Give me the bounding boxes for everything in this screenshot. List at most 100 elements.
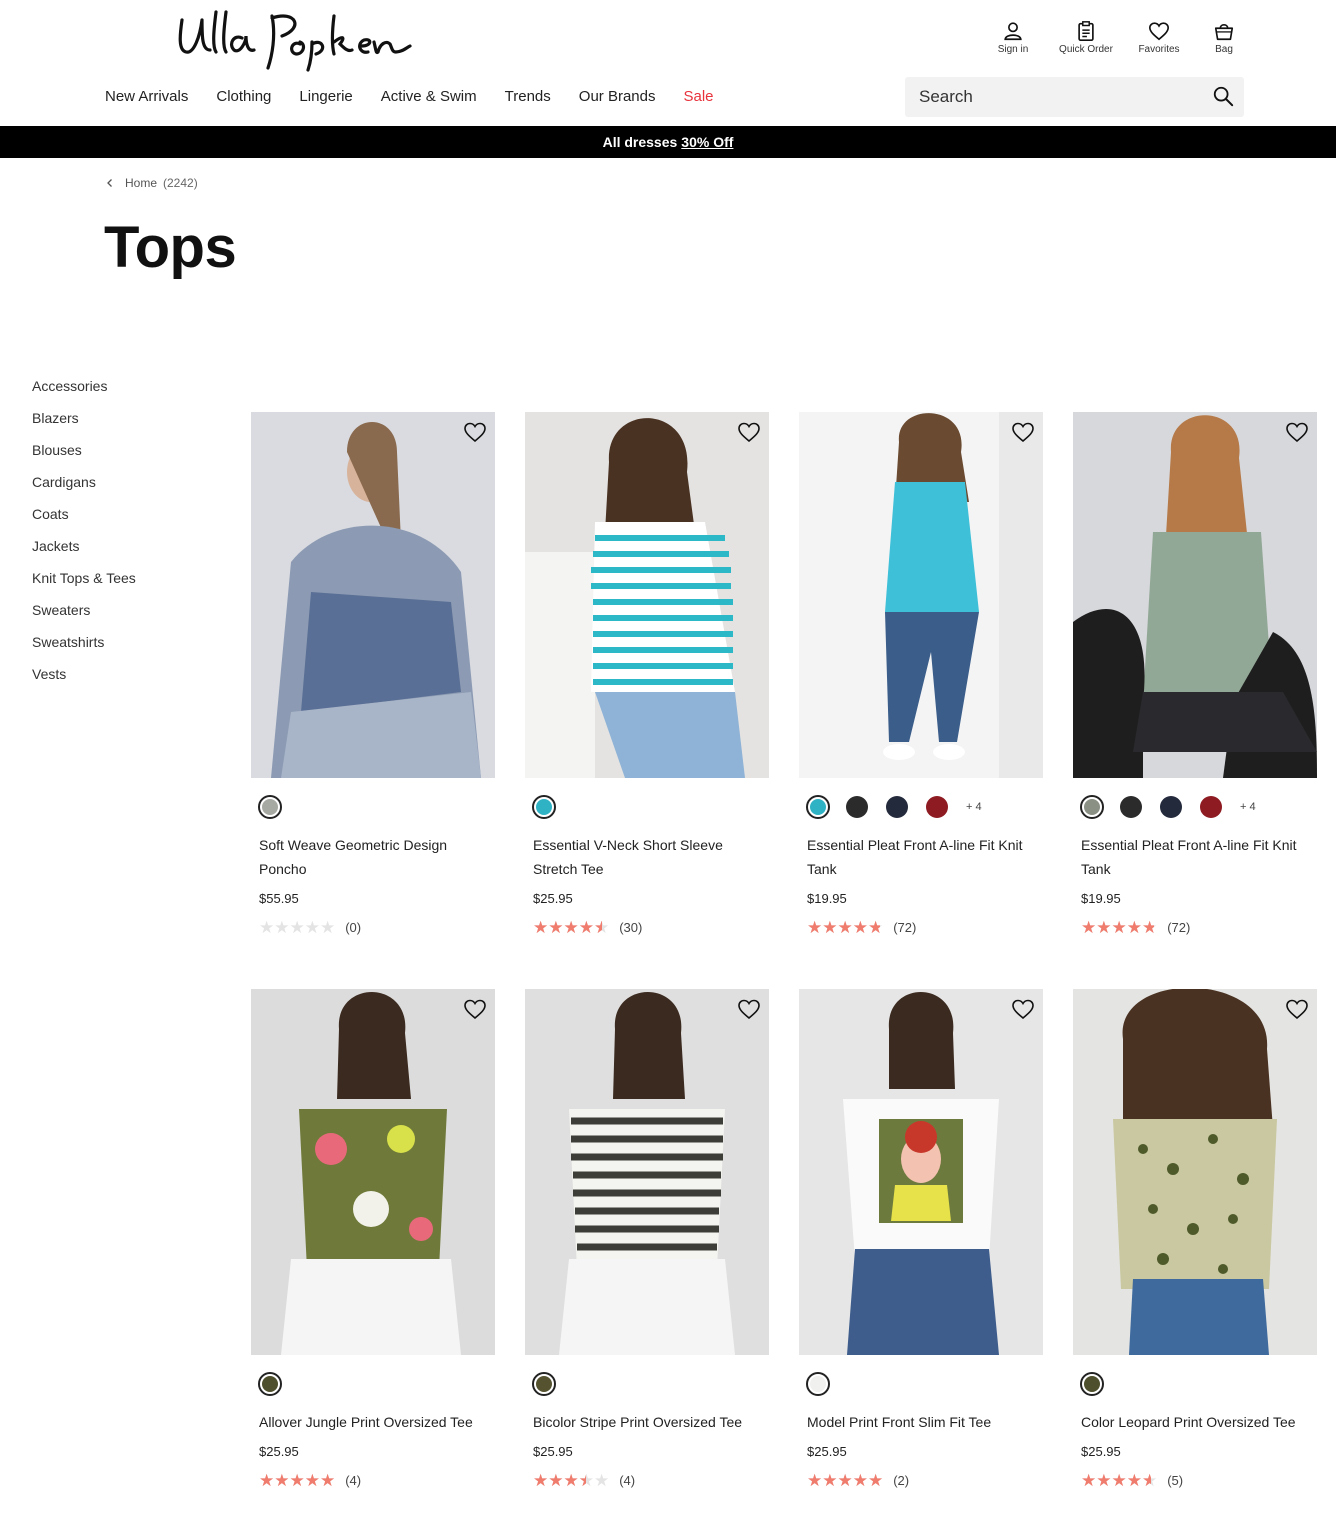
product-card[interactable]: + 4 Essential Pleat Front A-line Fit Kni… bbox=[1073, 412, 1317, 936]
color-swatch[interactable] bbox=[532, 795, 556, 819]
product-price: $25.95 bbox=[533, 1444, 573, 1459]
heart-icon[interactable] bbox=[463, 420, 487, 444]
product-image[interactable] bbox=[799, 412, 1043, 778]
sidebar-item-coats[interactable]: Coats bbox=[32, 504, 136, 536]
product-name[interactable]: Soft Weave Geometric Design Poncho bbox=[259, 833, 489, 881]
product-image[interactable] bbox=[1073, 989, 1317, 1355]
product-image[interactable] bbox=[525, 412, 769, 778]
product-price: $25.95 bbox=[807, 1444, 847, 1459]
user-icon bbox=[1004, 22, 1022, 41]
color-swatch[interactable] bbox=[806, 1372, 830, 1396]
color-swatch[interactable] bbox=[1200, 796, 1222, 818]
nav-new-arrivals[interactable]: New Arrivals bbox=[105, 88, 188, 105]
color-swatch[interactable] bbox=[1160, 796, 1182, 818]
product-rating: ★★★★★★★★★★ (4) bbox=[259, 1472, 495, 1489]
product-card[interactable]: Allover Jungle Print Oversized Tee $25.9… bbox=[251, 989, 495, 1489]
color-swatch[interactable] bbox=[532, 1372, 556, 1396]
heart-icon[interactable] bbox=[1011, 420, 1035, 444]
more-colors-link[interactable]: + 4 bbox=[966, 801, 982, 813]
color-swatch[interactable] bbox=[1080, 795, 1104, 819]
search-input[interactable] bbox=[919, 77, 1199, 117]
favorites-link[interactable]: Favorites bbox=[1127, 20, 1191, 55]
sidebar-item-cardigans[interactable]: Cardigans bbox=[32, 472, 136, 504]
sign-in-label: Sign in bbox=[997, 44, 1029, 55]
color-swatch[interactable] bbox=[1120, 796, 1142, 818]
nav-active-swim[interactable]: Active & Swim bbox=[381, 88, 477, 105]
product-name[interactable]: Essential V-Neck Short Sleeve Stretch Te… bbox=[533, 833, 763, 881]
color-swatch[interactable] bbox=[806, 795, 830, 819]
color-swatches bbox=[532, 1372, 769, 1396]
nav-trends[interactable]: Trends bbox=[505, 88, 551, 105]
product-price: $25.95 bbox=[259, 1444, 299, 1459]
color-swatch[interactable] bbox=[258, 795, 282, 819]
bag-icon bbox=[1214, 23, 1234, 41]
sidebar-item-blazers[interactable]: Blazers bbox=[32, 408, 136, 440]
product-name[interactable]: Essential Pleat Front A-line Fit Knit Ta… bbox=[1081, 833, 1311, 881]
color-swatch[interactable] bbox=[886, 796, 908, 818]
color-swatches bbox=[258, 795, 495, 819]
heart-icon[interactable] bbox=[1011, 997, 1035, 1021]
ulla-popken-logo[interactable] bbox=[176, 6, 412, 72]
sidebar-item-blouses[interactable]: Blouses bbox=[32, 440, 136, 472]
product-rating: ★★★★★★★★★★ (0) bbox=[259, 919, 495, 936]
nav-sale[interactable]: Sale bbox=[683, 88, 713, 105]
product-card[interactable]: Model Print Front Slim Fit Tee $25.95 ★★… bbox=[799, 989, 1043, 1489]
product-image[interactable] bbox=[1073, 412, 1317, 778]
review-count: (72) bbox=[893, 920, 917, 935]
heart-icon[interactable] bbox=[1285, 420, 1309, 444]
quick-order-link[interactable]: Quick Order bbox=[1054, 20, 1118, 55]
quick-order-label: Quick Order bbox=[1059, 44, 1113, 55]
color-swatches: + 4 bbox=[1080, 795, 1317, 819]
search-icon[interactable] bbox=[1212, 85, 1234, 107]
product-name[interactable]: Essential Pleat Front A-line Fit Knit Ta… bbox=[807, 833, 1037, 881]
product-name[interactable]: Model Print Front Slim Fit Tee bbox=[807, 1410, 1037, 1434]
product-card[interactable]: Bicolor Stripe Print Oversized Tee $25.9… bbox=[525, 989, 769, 1489]
color-swatches bbox=[258, 1372, 495, 1396]
nav-lingerie[interactable]: Lingerie bbox=[299, 88, 352, 105]
nav-our-brands[interactable]: Our Brands bbox=[579, 88, 656, 105]
color-swatch[interactable] bbox=[1080, 1372, 1104, 1396]
heart-icon[interactable] bbox=[463, 997, 487, 1021]
product-image[interactable] bbox=[251, 989, 495, 1355]
chevron-left-icon[interactable] bbox=[105, 178, 115, 188]
sidebar-item-knit-tops-tees[interactable]: Knit Tops & Tees bbox=[32, 568, 136, 600]
bag-label: Bag bbox=[1215, 44, 1233, 55]
product-card[interactable]: Color Leopard Print Oversized Tee $25.95… bbox=[1073, 989, 1317, 1489]
sidebar-item-vests[interactable]: Vests bbox=[32, 664, 136, 696]
sidebar-item-jackets[interactable]: Jackets bbox=[32, 536, 136, 568]
star-rating: ★★★★★★★★★★ bbox=[259, 918, 336, 937]
promo-link[interactable]: 30% Off bbox=[681, 134, 733, 150]
product-photo bbox=[525, 989, 769, 1355]
favorites-label: Favorites bbox=[1138, 44, 1180, 55]
heart-icon[interactable] bbox=[737, 997, 761, 1021]
product-card[interactable]: + 4 Essential Pleat Front A-line Fit Kni… bbox=[799, 412, 1043, 936]
sidebar-item-sweatshirts[interactable]: Sweatshirts bbox=[32, 632, 136, 664]
product-photo bbox=[799, 989, 1043, 1355]
heart-icon[interactable] bbox=[1285, 997, 1309, 1021]
color-swatch[interactable] bbox=[846, 796, 868, 818]
product-name[interactable]: Allover Jungle Print Oversized Tee bbox=[259, 1410, 489, 1434]
product-card[interactable]: Essential V-Neck Short Sleeve Stretch Te… bbox=[525, 412, 769, 936]
product-name[interactable]: Bicolor Stripe Print Oversized Tee bbox=[533, 1410, 763, 1434]
bag-link[interactable]: Bag bbox=[1192, 20, 1256, 55]
product-image[interactable] bbox=[251, 412, 495, 778]
product-photo bbox=[1073, 412, 1317, 778]
sign-in-link[interactable]: Sign in bbox=[981, 20, 1045, 55]
product-card[interactable]: Soft Weave Geometric Design Poncho $55.9… bbox=[251, 412, 495, 936]
product-rating: ★★★★★ ★★★★★ (2) bbox=[807, 1472, 1043, 1489]
product-name[interactable]: Color Leopard Print Oversized Tee bbox=[1081, 1410, 1311, 1434]
search-bar bbox=[905, 77, 1244, 117]
color-swatch[interactable] bbox=[258, 1372, 282, 1396]
sidebar-item-accessories[interactable]: Accessories bbox=[32, 376, 136, 408]
review-count: (4) bbox=[345, 1473, 362, 1488]
product-image[interactable] bbox=[525, 989, 769, 1355]
more-colors-link[interactable]: + 4 bbox=[1240, 801, 1256, 813]
color-swatch[interactable] bbox=[926, 796, 948, 818]
product-image[interactable] bbox=[799, 989, 1043, 1355]
sidebar-item-sweaters[interactable]: Sweaters bbox=[32, 600, 136, 632]
breadcrumb-home[interactable]: Home bbox=[125, 176, 157, 190]
product-photo bbox=[251, 412, 495, 778]
nav-clothing[interactable]: Clothing bbox=[216, 88, 271, 105]
heart-icon[interactable] bbox=[737, 420, 761, 444]
heart-icon bbox=[1149, 22, 1169, 41]
